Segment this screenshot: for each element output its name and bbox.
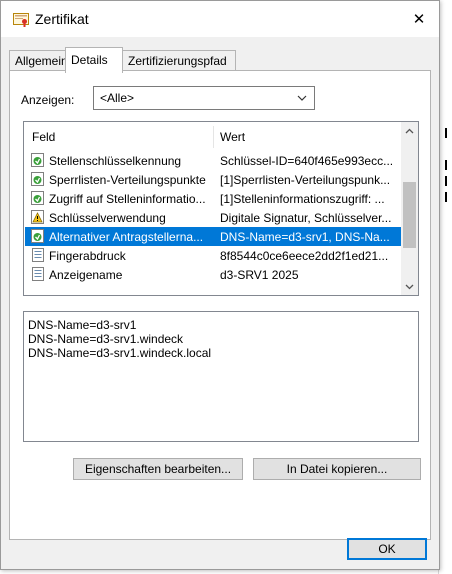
property-icon <box>32 267 44 281</box>
chevron-down-icon <box>297 95 307 101</box>
scroll-down-button[interactable] <box>401 278 418 295</box>
extension-icon <box>31 153 44 167</box>
window-title: Zertifikat <box>35 11 89 27</box>
row-field: Schlüsselverwendung <box>49 211 166 225</box>
extension-icon <box>31 191 44 205</box>
show-label: Anzeigen: <box>21 93 75 107</box>
row-field: Zugriff auf Stelleninformatio... <box>49 192 206 206</box>
list-scrollbar[interactable] <box>401 122 418 295</box>
row-field: Anzeigename <box>49 268 123 282</box>
detail-line: DNS-Name=d3-srv1.windeck <box>28 332 184 346</box>
scroll-up-button[interactable] <box>401 122 418 139</box>
copy-to-file-button[interactable]: In Datei kopieren... <box>253 458 421 480</box>
tab-allgemein[interactable]: Allgemein <box>9 50 68 72</box>
title-bar: Zertifikat ✕ <box>1 1 439 37</box>
background-text-fragment <box>445 192 451 202</box>
field-detail-textbox[interactable]: DNS-Name=d3-srv1 DNS-Name=d3-srv1.windec… <box>23 311 419 442</box>
row-field: Sperrlisten-Verteilungspunkte <box>49 173 206 187</box>
row-field: Fingerabdruck <box>49 249 126 263</box>
tab-details[interactable]: Details <box>65 47 123 73</box>
list-row-selected[interactable]: Alternativer Antragstellerna... DNS-Name… <box>25 227 401 246</box>
column-header-field[interactable]: Feld <box>32 130 55 144</box>
row-value: [1]Sperrlisten-Verteilungspunk... <box>220 173 391 187</box>
critical-extension-icon <box>31 210 44 224</box>
edit-properties-button[interactable]: Eigenschaften bearbeiten... <box>73 458 243 480</box>
row-field: Alternativer Antragstellerna... <box>49 230 204 244</box>
list-row[interactable]: Fingerabdruck 8f8544c0ce6eece2dd2f1ed21.… <box>25 246 401 265</box>
extension-icon <box>31 229 44 243</box>
close-button[interactable]: ✕ <box>399 1 439 37</box>
detail-line: DNS-Name=d3-srv1 <box>28 318 137 332</box>
background-text-fragment <box>445 128 451 138</box>
list-row[interactable]: Stellenschlüsselkennung Schlüssel-ID=640… <box>25 151 401 170</box>
certificate-icon <box>13 13 29 27</box>
column-header-value[interactable]: Wert <box>220 130 245 144</box>
row-value: Schlüssel-ID=640f465e993ecc... <box>220 154 394 168</box>
list-header: Feld Wert <box>24 122 402 150</box>
detail-line: DNS-Name=d3-srv1.windeck.local <box>28 346 212 360</box>
ok-button[interactable]: OK <box>347 538 427 560</box>
list-row[interactable]: Anzeigename d3-SRV1 2025 <box>25 265 401 284</box>
details-panel: Anzeigen: <Alle> Feld Wert Stellenschlüs… <box>9 70 431 540</box>
show-dropdown[interactable]: <Alle> <box>93 86 315 110</box>
certificate-fields-list[interactable]: Feld Wert Stellenschlüsselkennung Schlüs… <box>23 121 419 296</box>
column-divider[interactable] <box>213 126 214 148</box>
property-icon <box>32 248 44 262</box>
extension-icon <box>31 172 44 186</box>
list-row[interactable]: Zugriff auf Stelleninformatio... [1]Stel… <box>25 189 401 208</box>
row-value: d3-SRV1 2025 <box>220 268 299 282</box>
list-row[interactable]: Schlüsselverwendung Digitale Signatur, S… <box>25 208 401 227</box>
certificate-dialog: Zertifikat ✕ Allgemein Details Zertifizi… <box>0 0 440 570</box>
background-window-edge <box>438 56 452 574</box>
row-value: 8f8544c0ce6eece2dd2f1ed21... <box>220 249 389 263</box>
tab-zertifizierungspfad[interactable]: Zertifizierungspfad <box>122 50 236 72</box>
background-text-fragment <box>445 160 451 170</box>
close-icon: ✕ <box>412 11 426 28</box>
row-value: Digitale Signatur, Schlüsselver... <box>220 211 392 225</box>
row-value: DNS-Name=d3-srv1, DNS-Na... <box>220 230 390 244</box>
row-value: [1]Stelleninformationszugriff: ... <box>220 192 385 206</box>
show-dropdown-value: <Alle> <box>100 91 135 105</box>
scroll-thumb[interactable] <box>403 182 416 248</box>
list-row[interactable]: Sperrlisten-Verteilungspunkte [1]Sperrli… <box>25 170 401 189</box>
chevron-down-icon <box>405 284 414 289</box>
chevron-up-icon <box>405 128 414 133</box>
row-field: Stellenschlüsselkennung <box>49 154 182 168</box>
background-text-fragment <box>445 176 451 186</box>
